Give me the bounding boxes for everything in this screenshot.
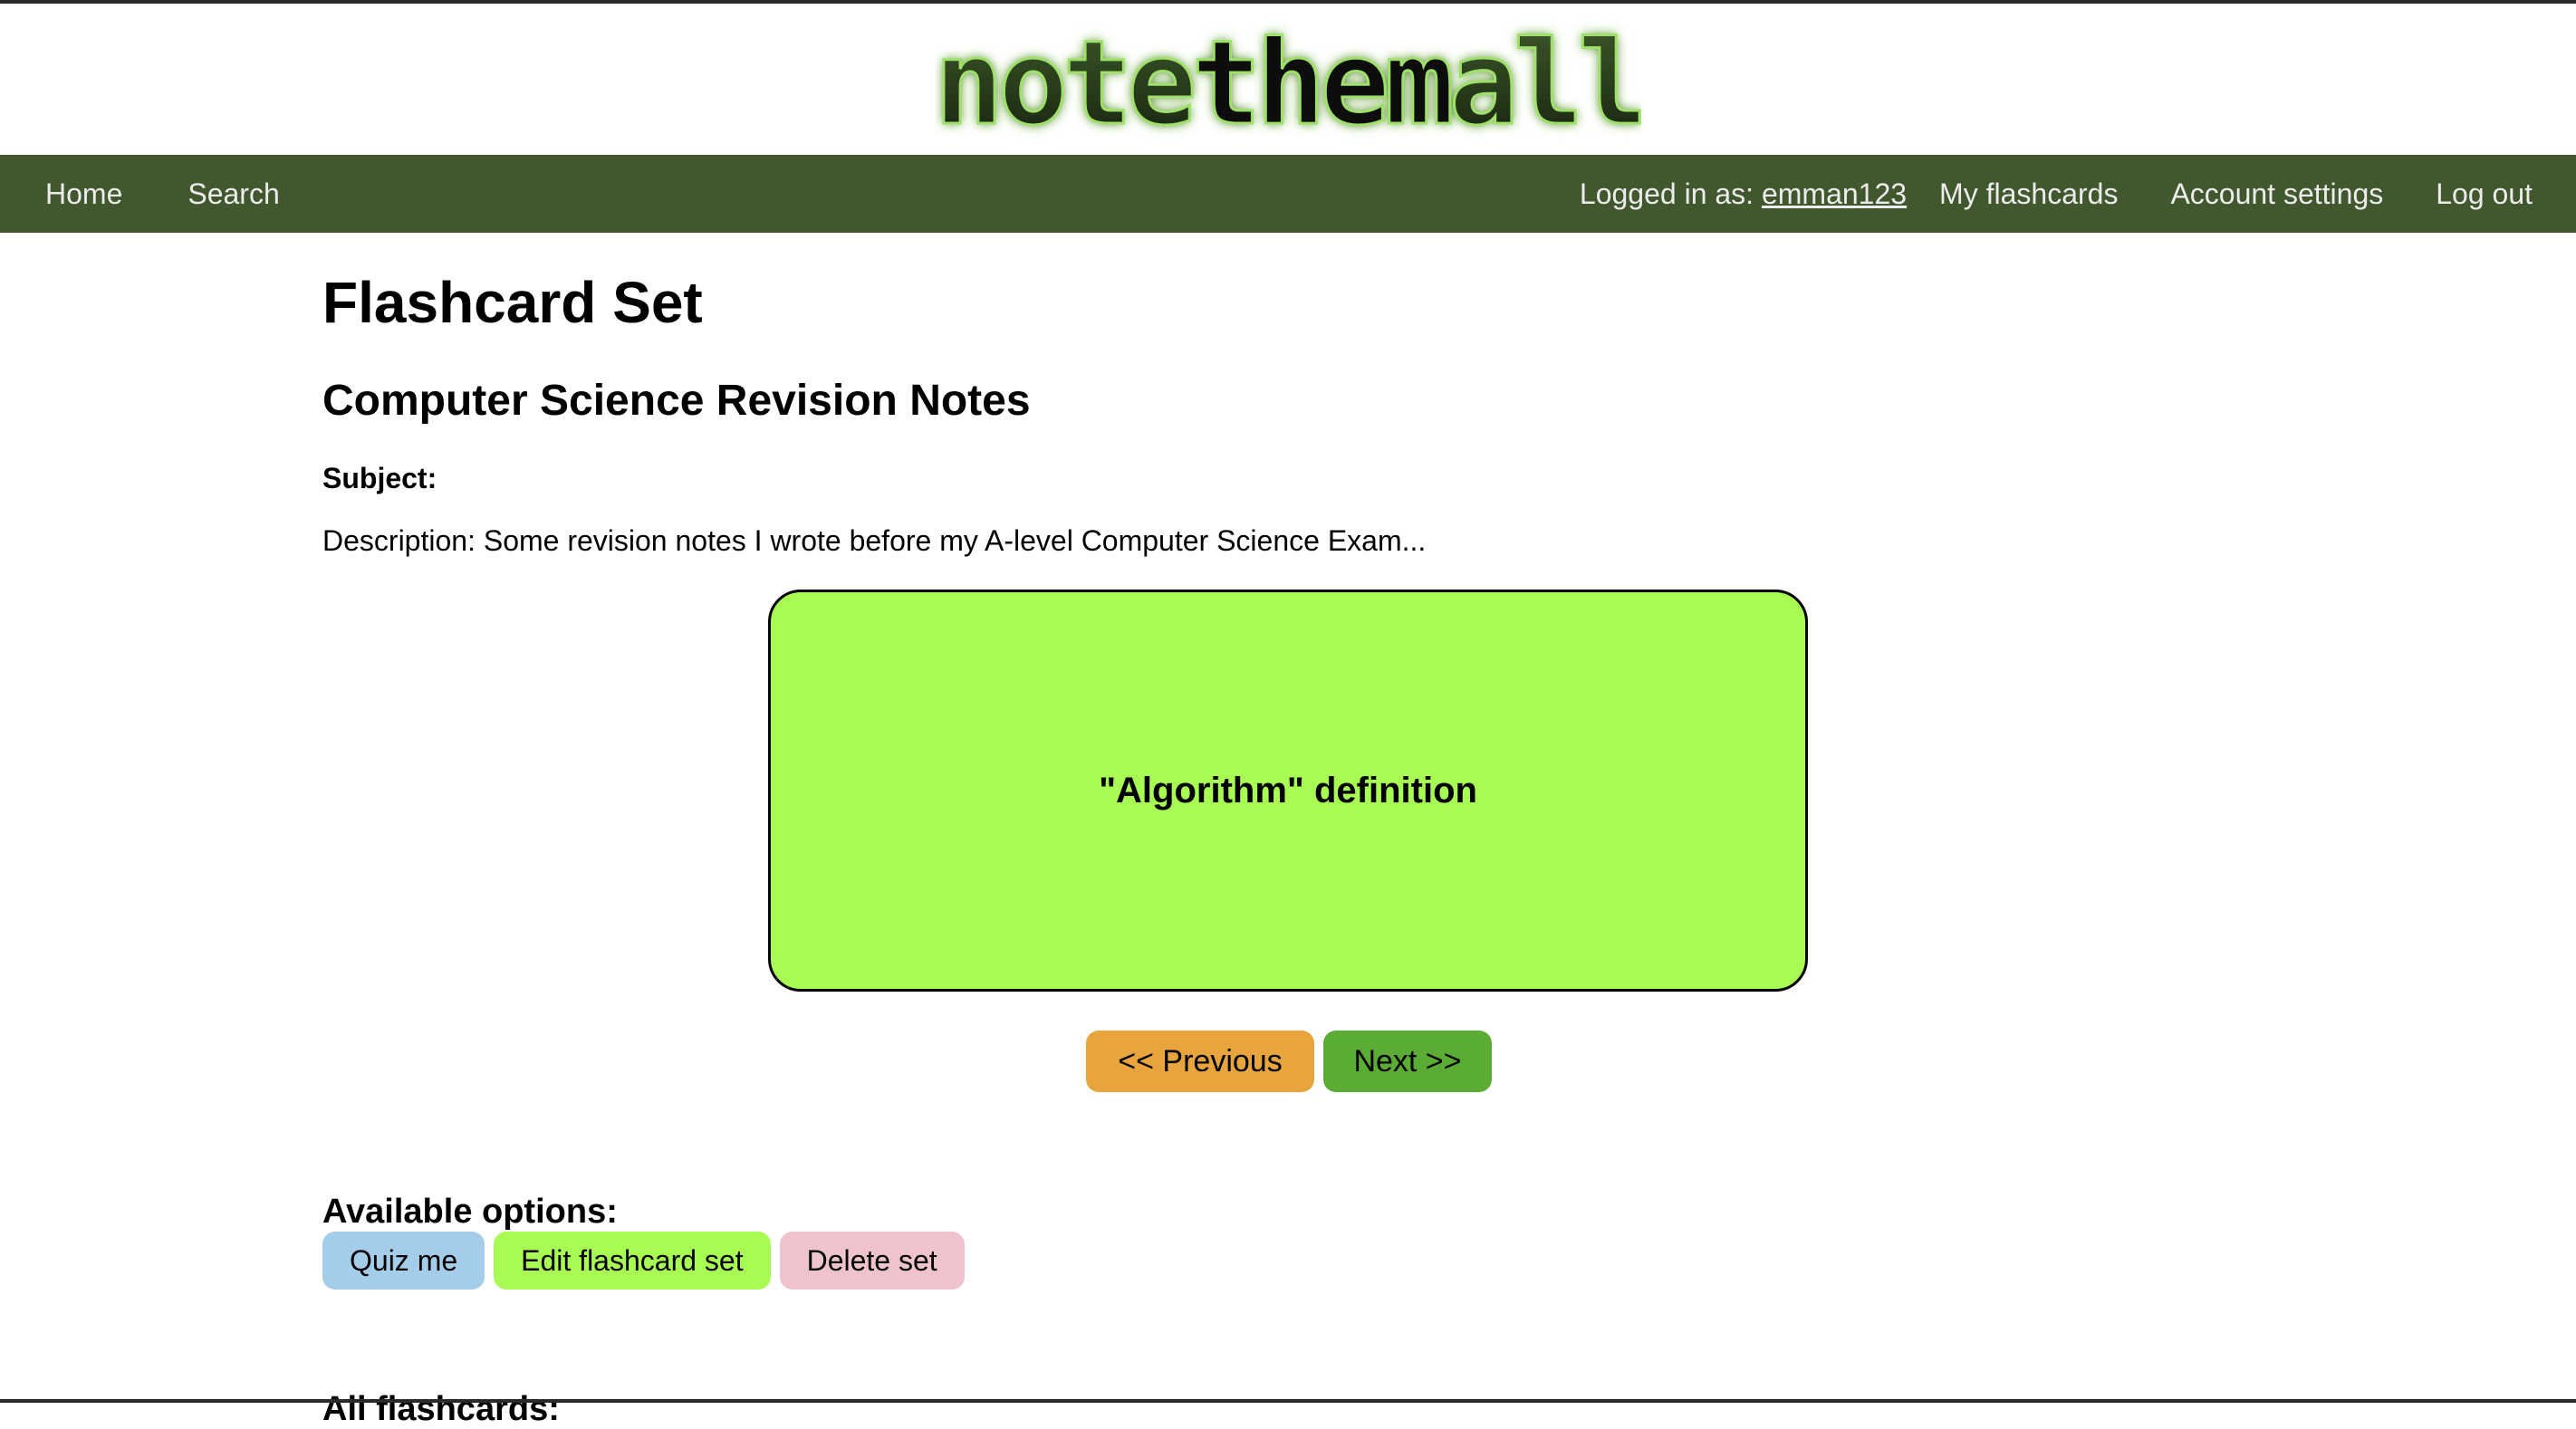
svg-text:notethemall: notethemall xyxy=(935,16,1641,143)
logo-part-them: them xyxy=(1191,16,1450,143)
logged-in-prefix: Logged in as: xyxy=(1579,177,1762,210)
page-title: Flashcard Set xyxy=(322,270,703,335)
set-description: Description: Some revision notes I wrote… xyxy=(322,524,1427,557)
all-flashcards-heading: All flashcards: xyxy=(322,1390,560,1428)
site-header: notethemall xyxy=(0,4,2576,155)
subject-label: Subject: xyxy=(322,462,437,494)
nav-left-group: Home Search xyxy=(0,155,280,233)
options-group: Quiz me Edit flashcard set Delete set xyxy=(322,1232,965,1290)
flashcard[interactable]: "Algorithm" definition xyxy=(768,590,1808,992)
nav-search-link[interactable]: Search xyxy=(187,155,279,233)
options-heading: Available options: xyxy=(322,1193,618,1231)
logo-part-all: all xyxy=(1449,16,1641,143)
flashcard-controls: << Previous Next >> xyxy=(1086,1031,1492,1092)
logo-graphic: notethemall xyxy=(935,15,1641,143)
bottom-border xyxy=(0,1399,2576,1403)
flashcard-text: "Algorithm" definition xyxy=(1099,770,1477,810)
nav-my-flashcards-link[interactable]: My flashcards xyxy=(1939,155,2118,233)
nav-right-group: Logged in as: emman123 My flashcards Acc… xyxy=(1580,155,2576,233)
next-button[interactable]: Next >> xyxy=(1323,1031,1492,1092)
nav-log-out-link[interactable]: Log out xyxy=(2436,155,2533,233)
site-logo[interactable]: notethemall xyxy=(935,15,1641,143)
nav-account-settings-link[interactable]: Account settings xyxy=(2170,155,2383,233)
delete-set-button[interactable]: Delete set xyxy=(779,1232,965,1290)
main-navbar: Home Search Logged in as: emman123 My fl… xyxy=(0,155,2576,233)
nav-home-link[interactable]: Home xyxy=(45,155,122,233)
logged-in-status: Logged in as: emman123 xyxy=(1580,177,1907,211)
logo-part-note: note xyxy=(935,16,1192,143)
previous-button[interactable]: << Previous xyxy=(1086,1031,1314,1092)
username-link[interactable]: emman123 xyxy=(1762,177,1907,210)
edit-flashcard-set-button[interactable]: Edit flashcard set xyxy=(494,1232,771,1290)
quiz-me-button[interactable]: Quiz me xyxy=(322,1232,485,1290)
set-title: Computer Science Revision Notes xyxy=(322,377,1031,425)
